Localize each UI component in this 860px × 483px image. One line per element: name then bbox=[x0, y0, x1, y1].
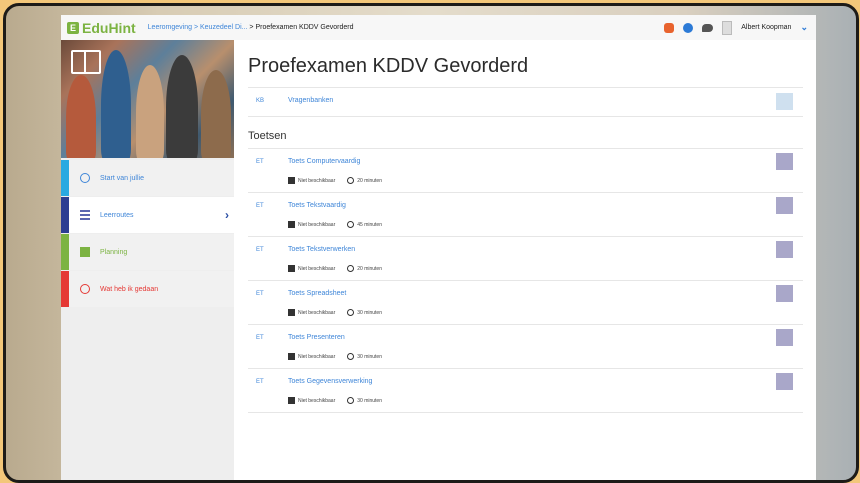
sidebar-item-label: Leerroutes bbox=[100, 211, 134, 219]
chevron-down-icon[interactable]: ⌄ bbox=[800, 22, 808, 33]
test-link[interactable]: Toets Spreadsheet bbox=[288, 290, 346, 297]
item-code: KB bbox=[256, 98, 265, 104]
test-duration: 30 minuten bbox=[357, 309, 382, 316]
sidebar-item-planning[interactable]: Planning bbox=[61, 234, 234, 270]
test-action-button[interactable] bbox=[776, 153, 793, 170]
device-frame: E EduHint Leeromgeving > Keuzedeel Di...… bbox=[3, 3, 859, 483]
test-row[interactable]: ET Toets Tekstvaardig Niet beschikbaar 4… bbox=[248, 193, 803, 237]
logo-text: EduHint bbox=[82, 19, 136, 36]
clock-icon bbox=[347, 177, 355, 184]
sidebar-item-label: Planning bbox=[100, 248, 128, 256]
alert-circle-icon bbox=[80, 284, 90, 294]
item-code: ET bbox=[256, 203, 264, 209]
divider bbox=[248, 412, 803, 413]
list-icon bbox=[80, 210, 90, 220]
breadcrumb-link[interactable]: Leeromgeving > Keuzedeel Di... bbox=[148, 24, 248, 31]
test-row[interactable]: ET Toets Presenteren Niet beschikbaar 30… bbox=[248, 325, 803, 369]
test-meta: Niet beschikbaar 30 minuten bbox=[288, 309, 382, 316]
clock-icon bbox=[347, 265, 355, 272]
test-link[interactable]: Toets Gegevensverwerking bbox=[288, 378, 372, 385]
test-meta: Niet beschikbaar 20 minuten bbox=[288, 177, 382, 184]
clock-icon bbox=[347, 397, 355, 404]
item-code: ET bbox=[256, 247, 264, 253]
top-bar: E EduHint Leeromgeving > Keuzedeel Di...… bbox=[61, 15, 816, 41]
chat-icon[interactable] bbox=[702, 23, 714, 32]
notification-icon[interactable] bbox=[664, 22, 675, 33]
test-row[interactable]: ET Toets Tekstverwerken Niet beschikbaar… bbox=[248, 237, 803, 281]
book-icon bbox=[71, 50, 101, 74]
breadcrumb-current: > Proefexamen KDDV Gevorderd bbox=[247, 24, 354, 31]
test-availability: Niet beschikbaar bbox=[298, 353, 336, 360]
test-row[interactable]: ET Toets Gegevensverwerking Niet beschik… bbox=[248, 369, 803, 413]
test-availability: Niet beschikbaar bbox=[298, 177, 336, 184]
test-action-button[interactable] bbox=[776, 285, 793, 302]
test-availability: Niet beschikbaar bbox=[298, 397, 336, 404]
intro-action-button[interactable] bbox=[776, 93, 793, 110]
document-icon bbox=[288, 265, 295, 272]
logo-mark: E bbox=[67, 21, 79, 34]
test-action-button[interactable] bbox=[776, 241, 793, 258]
clock-icon bbox=[347, 353, 355, 360]
intro-link[interactable]: Vragenbanken bbox=[288, 97, 333, 104]
test-availability: Niet beschikbaar bbox=[298, 221, 336, 228]
top-actions: Albert Koopman ⌄ bbox=[664, 20, 816, 35]
item-code: ET bbox=[256, 335, 264, 341]
test-row[interactable]: ET Toets Computervaardig Niet beschikbaa… bbox=[248, 149, 803, 193]
test-meta: Niet beschikbaar 20 minuten bbox=[288, 265, 382, 272]
intro-row[interactable]: KB Vragenbanken bbox=[248, 88, 803, 114]
test-action-button[interactable] bbox=[776, 373, 793, 390]
avatar[interactable] bbox=[722, 20, 733, 35]
sidebar-item-gedaan[interactable]: Wat heb ik gedaan bbox=[61, 271, 234, 307]
user-name[interactable]: Albert Koopman bbox=[741, 24, 791, 31]
sidebar-item-label: Start van jullie bbox=[100, 174, 144, 182]
test-duration: 30 minuten bbox=[357, 397, 382, 404]
chevron-right-icon: › bbox=[225, 208, 229, 222]
sidebar-item-leerroutes[interactable]: Leerroutes › bbox=[61, 197, 234, 233]
test-availability: Niet beschikbaar bbox=[298, 265, 336, 272]
test-link[interactable]: Toets Computervaardig bbox=[288, 158, 360, 165]
document-icon bbox=[288, 353, 295, 360]
sidebar-menu: Start van jullie Leerroutes › Planning W… bbox=[61, 160, 234, 307]
test-duration: 30 minuten bbox=[357, 353, 382, 360]
test-meta: Niet beschikbaar 30 minuten bbox=[288, 353, 382, 360]
main-content: Proefexamen KDDV Gevorderd KB Vragenbank… bbox=[234, 40, 816, 480]
logo[interactable]: E EduHint bbox=[67, 20, 136, 36]
divider bbox=[248, 116, 803, 117]
test-row[interactable]: ET Toets Spreadsheet Niet beschikbaar 30… bbox=[248, 281, 803, 325]
test-action-button[interactable] bbox=[776, 329, 793, 346]
breadcrumb: Leeromgeving > Keuzedeel Di... > Proefex… bbox=[148, 24, 354, 31]
circle-check-icon bbox=[80, 173, 90, 183]
page-title: Proefexamen KDDV Gevorderd bbox=[248, 55, 529, 77]
test-availability: Niet beschikbaar bbox=[298, 309, 336, 316]
document-icon bbox=[288, 397, 295, 404]
section-title: Toetsen bbox=[248, 130, 287, 142]
clock-icon bbox=[347, 309, 355, 316]
test-link[interactable]: Toets Tekstverwerken bbox=[288, 246, 355, 253]
test-duration: 20 minuten bbox=[357, 265, 382, 272]
test-duration: 45 minuten bbox=[357, 221, 382, 228]
test-meta: Niet beschikbaar 30 minuten bbox=[288, 397, 382, 404]
help-icon[interactable] bbox=[683, 22, 694, 33]
sidebar-item-start[interactable]: Start van jullie bbox=[61, 160, 234, 196]
item-code: ET bbox=[256, 379, 264, 385]
test-duration: 20 minuten bbox=[357, 177, 382, 184]
item-code: ET bbox=[256, 291, 264, 297]
item-code: ET bbox=[256, 159, 264, 165]
sidebar-item-label: Wat heb ik gedaan bbox=[100, 285, 159, 293]
test-link[interactable]: Toets Tekstvaardig bbox=[288, 202, 346, 209]
document-icon bbox=[288, 221, 295, 228]
test-action-button[interactable] bbox=[776, 197, 793, 214]
sidebar: Start van jullie Leerroutes › Planning W… bbox=[61, 40, 234, 480]
document-icon bbox=[288, 309, 295, 316]
hero-image bbox=[61, 40, 234, 158]
test-meta: Niet beschikbaar 45 minuten bbox=[288, 221, 382, 228]
clock-icon bbox=[347, 221, 355, 228]
flag-icon bbox=[80, 247, 90, 257]
document-icon bbox=[288, 177, 295, 184]
test-link[interactable]: Toets Presenteren bbox=[288, 334, 345, 341]
